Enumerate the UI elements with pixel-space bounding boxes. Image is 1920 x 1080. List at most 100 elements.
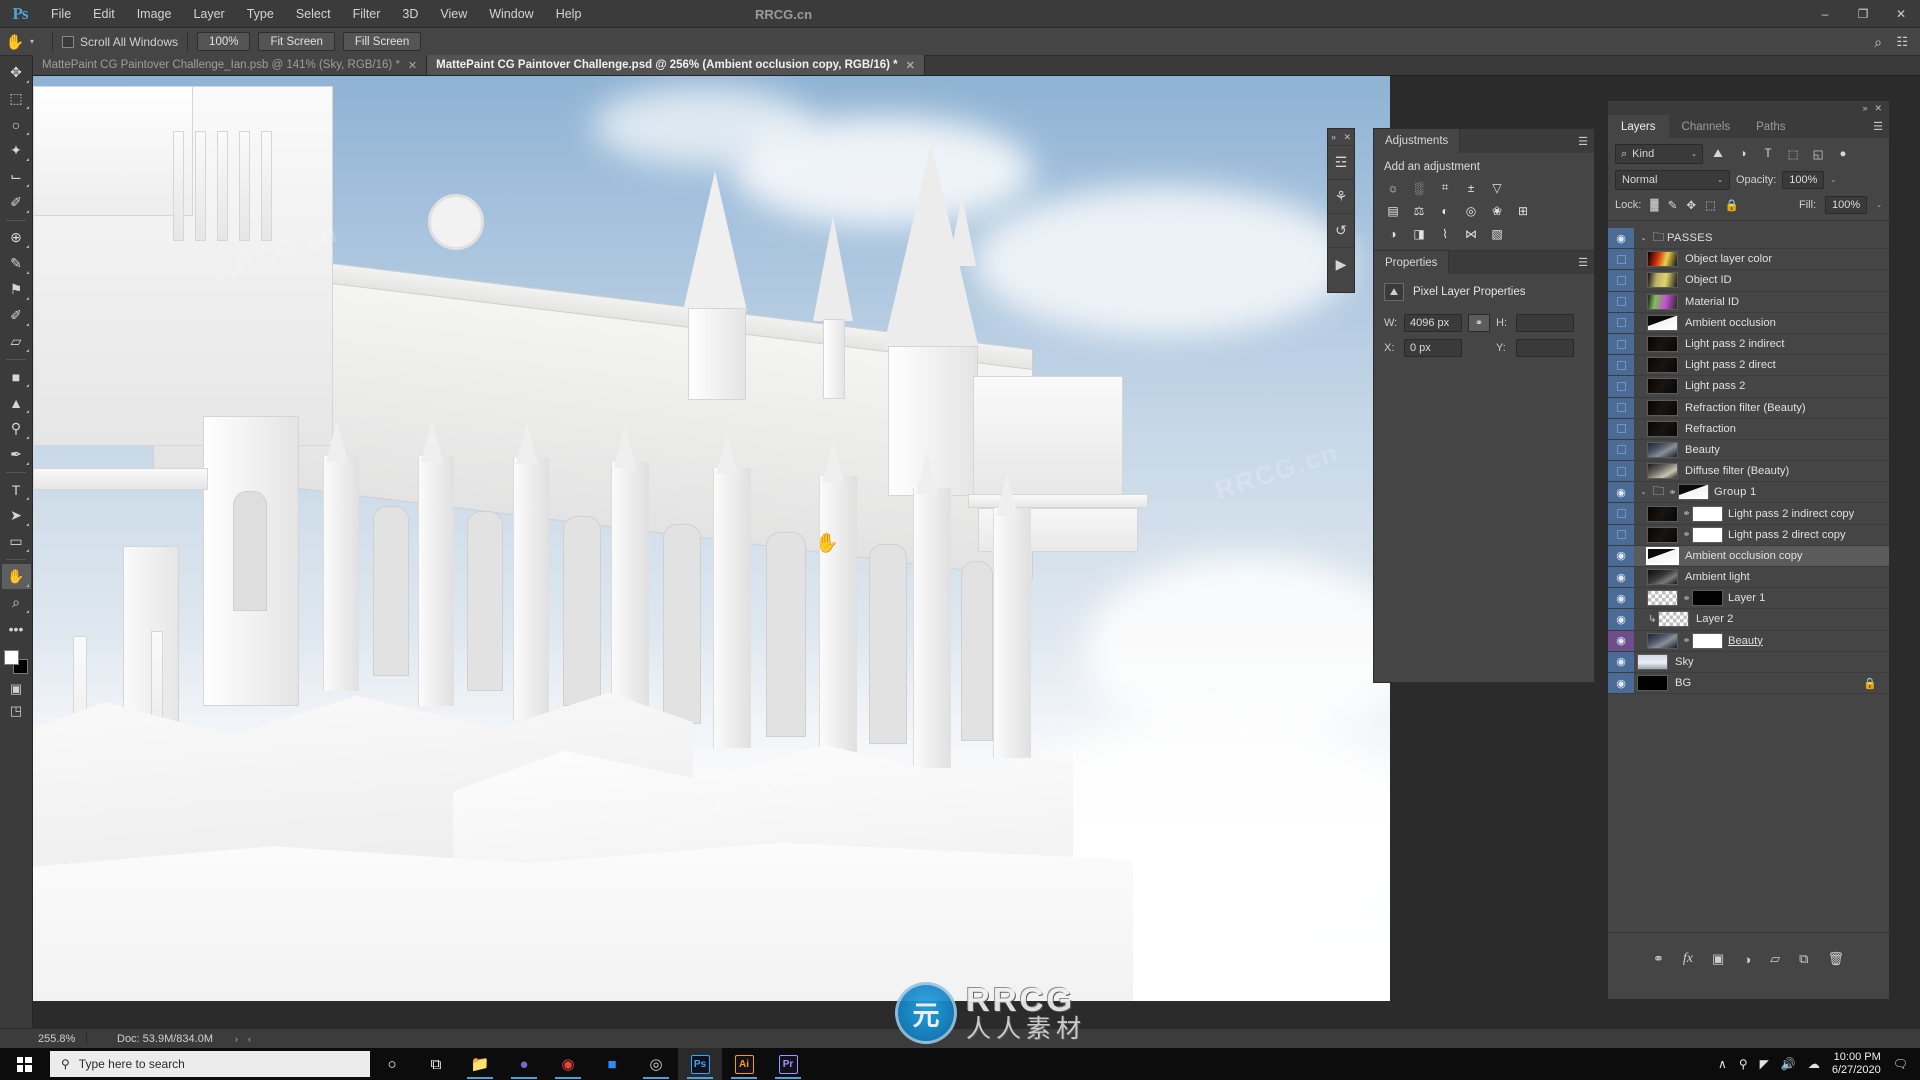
rectangular-marquee-tool[interactable]: ⬚	[2, 86, 31, 111]
layer-thumbnail[interactable]	[1647, 251, 1678, 268]
properties-menu-icon[interactable]: ☰	[1572, 251, 1594, 274]
microphone-icon[interactable]: ⚲	[1739, 1057, 1748, 1071]
menu-help[interactable]: Help	[545, 0, 593, 28]
layer-row[interactable]: ⚭ Light pass 2 direct copy	[1608, 524, 1889, 546]
curves-icon[interactable]: ⌗	[1436, 179, 1454, 196]
eyedropper-tool[interactable]: ✐	[2, 190, 31, 215]
layer-row[interactable]: Light pass 2 direct	[1608, 355, 1889, 377]
layer-thumbnail[interactable]	[1658, 611, 1689, 628]
action-center-icon[interactable]: 🗨	[1893, 1057, 1908, 1071]
mask-link-icon[interactable]: ⚭	[1681, 529, 1692, 540]
crop-tool[interactable]: ⌙	[2, 164, 31, 189]
exposure-icon[interactable]: ±	[1462, 179, 1480, 196]
status-expand-icon[interactable]: ›	[235, 1034, 238, 1044]
layer-thumbnail[interactable]	[1647, 399, 1678, 416]
layer-row[interactable]: Refraction filter (Beauty)	[1608, 397, 1889, 419]
brightness-contrast-icon[interactable]: ☼	[1384, 179, 1402, 196]
adjustments-dock-icon[interactable]: ☲	[1328, 145, 1354, 179]
menu-window[interactable]: Window	[478, 0, 544, 28]
vibrance-icon[interactable]: ▽	[1488, 179, 1506, 196]
hand-tool-icon[interactable]: ✋	[0, 33, 30, 51]
file-explorer-icon[interactable]: 📁	[458, 1048, 502, 1080]
hand-tool[interactable]: ✋	[1, 564, 31, 589]
tab-adjustments[interactable]: Adjustments	[1374, 129, 1461, 153]
layer-visibility-toggle[interactable]: ◉	[1608, 672, 1634, 694]
layer-mask-thumbnail[interactable]	[1692, 505, 1723, 522]
layer-name[interactable]: Layer 1	[1728, 592, 1765, 604]
layer-row[interactable]: ◉ ⚭ Layer 1	[1608, 588, 1889, 610]
layer-visibility-toggle[interactable]	[1608, 461, 1634, 482]
menu-type[interactable]: Type	[236, 0, 285, 28]
close-dock-icon[interactable]: ✕	[1343, 132, 1351, 143]
menu-3d[interactable]: 3D	[391, 0, 429, 28]
layer-thumbnail[interactable]	[1647, 526, 1678, 543]
filter-type-icon[interactable]: T	[1758, 144, 1778, 164]
menu-edit[interactable]: Edit	[82, 0, 126, 28]
menu-select[interactable]: Select	[285, 0, 342, 28]
hue-saturation-icon[interactable]: ▤	[1384, 202, 1402, 219]
layer-mask-thumbnail[interactable]	[1692, 590, 1723, 607]
lock-image-pixels-icon[interactable]: ✎	[1668, 198, 1678, 212]
layer-visibility-toggle[interactable]	[1608, 376, 1634, 397]
layer-name[interactable]: Refraction filter (Beauty)	[1685, 402, 1806, 414]
layer-row[interactable]: ◉ ⌄ 🗀 PASSES	[1608, 228, 1889, 250]
layer-name[interactable]: Light pass 2	[1685, 380, 1745, 392]
layer-name[interactable]: Ambient occlusion copy	[1685, 550, 1803, 562]
layer-mask-thumbnail[interactable]	[1692, 526, 1723, 543]
collapse-panel-icon[interactable]: »	[1862, 103, 1867, 113]
layer-thumbnail[interactable]	[1637, 675, 1668, 692]
layer-name[interactable]: PASSES	[1667, 232, 1713, 244]
link-dimensions-icon[interactable]: ⚭	[1468, 314, 1490, 332]
posterize-icon[interactable]: ◨	[1410, 225, 1428, 242]
search-icon[interactable]: ⌕	[1874, 34, 1882, 51]
close-icon[interactable]: ✕	[408, 59, 417, 72]
layer-mask-thumbnail[interactable]	[1692, 632, 1723, 649]
layer-visibility-toggle[interactable]	[1608, 524, 1634, 545]
layer-thumbnail[interactable]	[1637, 653, 1668, 670]
workspace-switcher-icon[interactable]: ☷	[1896, 34, 1908, 50]
layer-thumbnail[interactable]	[1647, 420, 1678, 437]
layer-row[interactable]: ◉ Ambient occlusion copy	[1608, 545, 1889, 567]
path-selection-tool[interactable]: ➤	[2, 503, 31, 528]
layer-name[interactable]: Ambient light	[1685, 571, 1750, 583]
layer-row[interactable]: ⚭ Light pass 2 indirect copy	[1608, 503, 1889, 525]
tab-paths[interactable]: Paths	[1743, 115, 1798, 138]
layer-visibility-toggle[interactable]: ◉	[1608, 651, 1634, 672]
maximize-button[interactable]: ❐	[1844, 0, 1882, 28]
layer-thumbnail[interactable]	[1647, 357, 1678, 374]
mask-link-icon[interactable]: ⚭	[1681, 635, 1692, 646]
add-layer-mask-button[interactable]: ▣	[1712, 951, 1724, 967]
taskbar-search-input[interactable]: ⚲ Type here to search	[50, 1051, 370, 1077]
layer-thumbnail[interactable]	[1647, 569, 1678, 586]
brush-tool[interactable]: ✎	[2, 251, 31, 276]
filter-shape-icon[interactable]: ⬚	[1783, 144, 1803, 164]
mask-link-icon[interactable]: ⚭	[1681, 593, 1692, 604]
layer-visibility-toggle[interactable]	[1608, 333, 1634, 355]
obs-studio-icon[interactable]: ◎	[634, 1048, 678, 1080]
opacity-chevron-down-icon[interactable]: ⌄	[1830, 176, 1836, 184]
new-layer-button[interactable]: ⧉	[1799, 951, 1808, 967]
fill-chevron-down-icon[interactable]: ⌄	[1876, 201, 1882, 209]
zoom-meetings-icon[interactable]: ■	[590, 1048, 634, 1080]
status-collapse-icon[interactable]: ‹	[248, 1034, 251, 1044]
layer-thumbnail[interactable]	[1647, 378, 1678, 395]
layer-row[interactable]: ◉ ⌄ 🗀 ⚭ Group 1	[1608, 482, 1889, 504]
layer-visibility-toggle[interactable]	[1608, 503, 1634, 524]
zoom-tool[interactable]: ⌕	[2, 590, 31, 615]
brushes-dock-icon[interactable]: ⚘	[1328, 179, 1354, 213]
fit-screen-button[interactable]: Fit Screen	[258, 32, 335, 51]
layer-thumbnail[interactable]	[1647, 590, 1678, 607]
link-layers-button[interactable]: ⚭	[1653, 951, 1664, 967]
color-balance-icon[interactable]: ⚖	[1410, 202, 1428, 219]
layer-visibility-toggle[interactable]: ◉	[1608, 630, 1634, 651]
layer-visibility-toggle[interactable]	[1608, 355, 1634, 376]
blur-tool[interactable]: ▲	[2, 390, 31, 415]
fill-field[interactable]: 100%	[1825, 196, 1868, 214]
layer-visibility-toggle[interactable]	[1608, 418, 1634, 439]
channel-mixer-icon[interactable]: ❀	[1488, 202, 1506, 219]
artwork-image[interactable]: RRCG.cn RRCG.cn RRCG.cn ✋	[33, 76, 1390, 1001]
layer-name[interactable]: Light pass 2 direct copy	[1728, 529, 1846, 541]
layer-name[interactable]: Light pass 2 indirect	[1685, 338, 1785, 350]
layer-row[interactable]: ◉ BG 🔒	[1608, 672, 1889, 695]
layer-visibility-toggle[interactable]: ◉	[1608, 482, 1634, 503]
